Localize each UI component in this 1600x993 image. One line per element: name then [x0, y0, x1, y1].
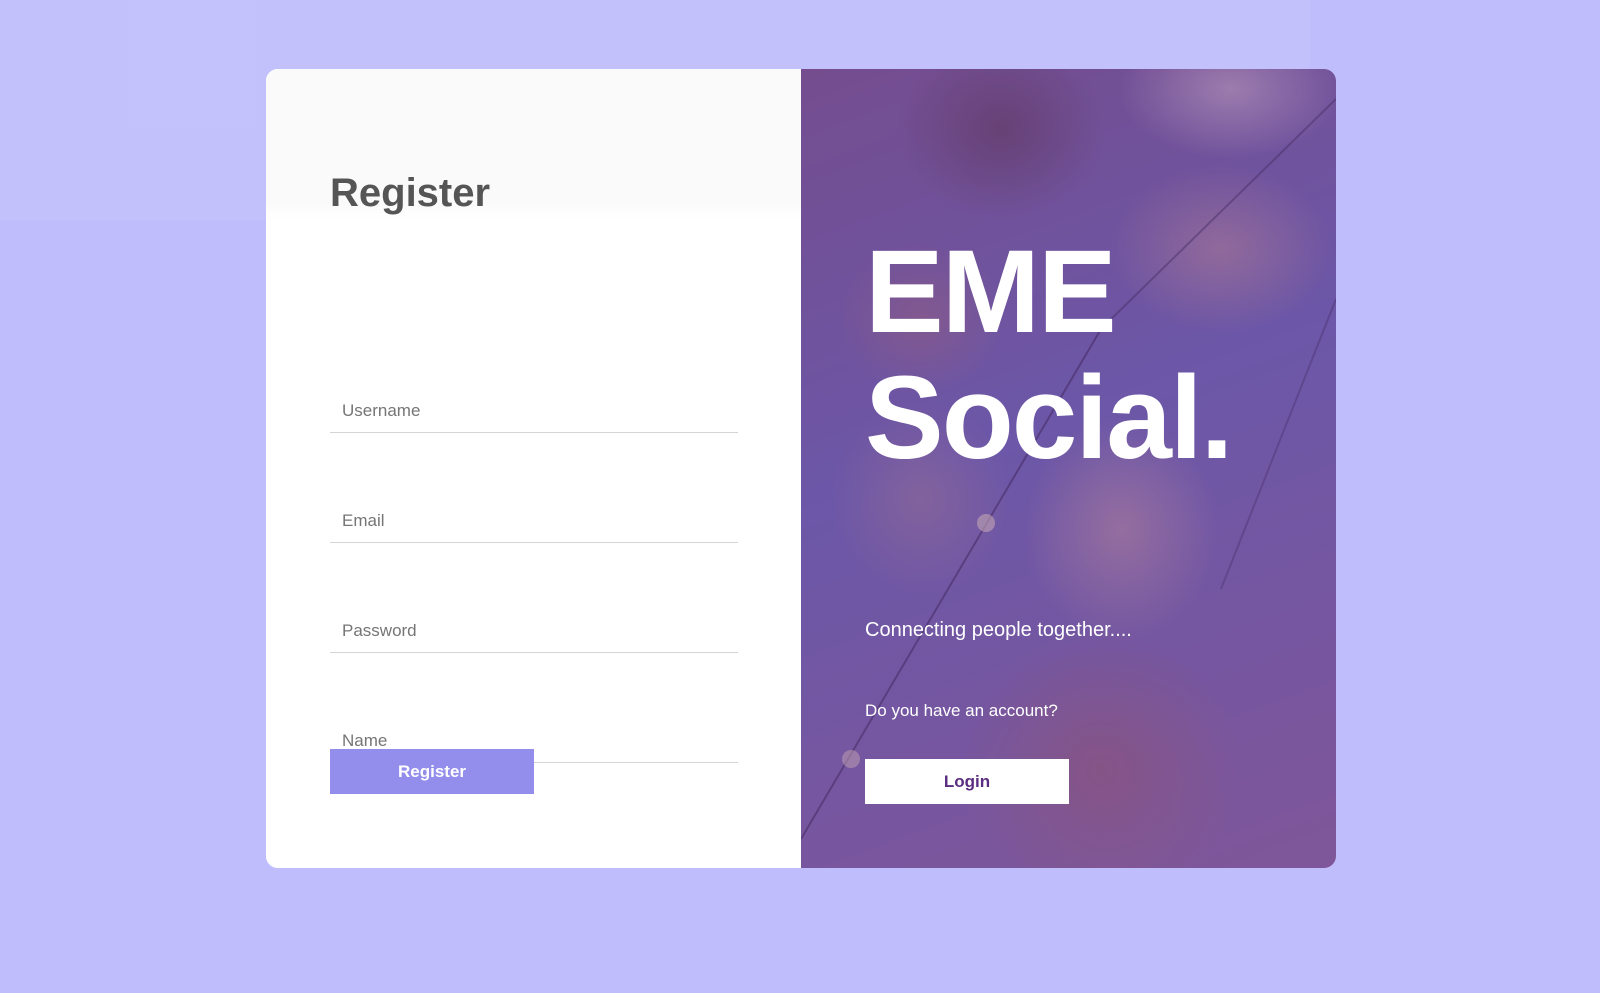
login-button[interactable]: Login	[865, 759, 1069, 804]
brand-line-1: EME	[865, 226, 1117, 358]
brand-panel: EME Social. Connecting people together..…	[801, 69, 1336, 868]
brand-tagline: Connecting people together....	[865, 619, 1132, 641]
password-input[interactable]	[330, 609, 738, 653]
faded-console-line	[2, 122, 7, 142]
register-button[interactable]: Register	[330, 749, 534, 794]
faded-console-line	[2, 22, 7, 42]
brand-logo-text: EME Social.	[865, 226, 1233, 484]
brand-line-2: Social.	[865, 352, 1233, 484]
email-input[interactable]	[330, 499, 738, 543]
account-question: Do you have an account?	[865, 701, 1058, 720]
auth-card: Register Register EME Social. Connecting…	[266, 69, 1336, 868]
register-title: Register	[330, 171, 491, 215]
register-panel: Register Register	[266, 69, 801, 868]
faded-console-line	[2, 172, 7, 192]
faded-console-line	[2, 72, 7, 92]
username-input[interactable]	[330, 389, 738, 433]
